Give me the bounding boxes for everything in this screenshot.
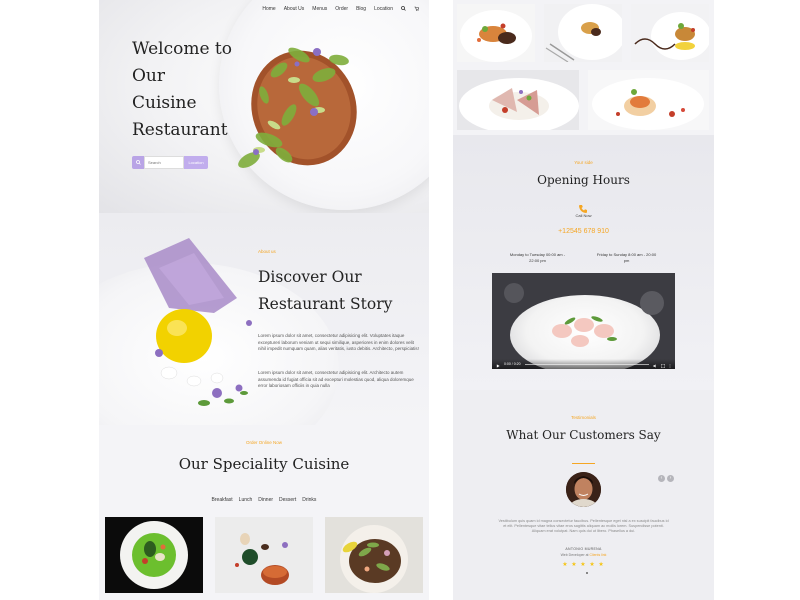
call-now-label: Call Now — [575, 213, 592, 218]
carousel-next-button[interactable]: › — [667, 475, 674, 482]
about-title: Discover Our Restaurant Story — [258, 264, 392, 318]
gallery-image[interactable] — [457, 70, 579, 130]
nav-item-location[interactable]: Location — [374, 6, 393, 12]
speciality-section: Order Online Now Our Speciality Cuisine … — [99, 425, 429, 600]
carousel-indicator[interactable] — [586, 572, 588, 574]
speciality-eyebrow: Order Online Now — [245, 440, 282, 445]
cart-icon[interactable] — [414, 6, 420, 13]
play-icon[interactable] — [496, 355, 500, 369]
hero-title-line: Restaurant — [132, 120, 228, 140]
tab-drinks[interactable]: Drinks — [302, 497, 316, 503]
hours-eyebrow: Your side — [574, 160, 593, 165]
phone-icon — [578, 201, 588, 213]
speciality-tabs: Breakfast Lunch Dinner Dessert Drinks — [99, 497, 429, 503]
about-dessert-image — [144, 238, 252, 406]
volume-icon[interactable] — [653, 355, 657, 369]
hero-title-line: Cuisine — [132, 93, 197, 113]
dish-image[interactable] — [325, 517, 423, 593]
nav-item-about[interactable]: About Us — [284, 6, 305, 12]
title-divider — [572, 463, 595, 464]
video-dish-image — [504, 283, 664, 347]
about-section: About us Discover Our Restaurant Story L… — [99, 213, 429, 425]
nav-item-blog[interactable]: Blog — [356, 6, 366, 12]
testimonial-author: ANTONIO MURENA — [565, 547, 602, 551]
search-icon[interactable] — [132, 156, 144, 169]
tab-breakfast[interactable]: Breakfast — [212, 497, 233, 503]
testimonial-role: Web Developer at Clients link — [453, 553, 714, 557]
hero-title: Welcome to Our Cuisine Restaurant — [132, 36, 232, 144]
nav-item-order[interactable]: Order — [335, 6, 348, 12]
hours-title: Opening Hours — [537, 173, 630, 187]
gallery-image[interactable] — [588, 70, 709, 130]
gallery-section — [453, 0, 714, 135]
role-link[interactable]: Clients link — [590, 553, 607, 557]
about-paragraph: Lorem ipsum dolor sit amet, consectetur … — [258, 333, 419, 352]
nav-item-menus[interactable]: Menus — [312, 6, 327, 12]
gallery-image[interactable] — [631, 4, 709, 62]
search-input[interactable] — [144, 156, 184, 169]
about-title-line: Discover Our — [258, 268, 362, 286]
video-time: 0:00 / 0:20 — [504, 362, 521, 366]
hero-title-line: Welcome to — [132, 39, 232, 59]
testimonials-section: Testimonials What Our Customers Say ‹ › … — [453, 390, 714, 600]
phone-number-link[interactable]: +12545 678 910 — [453, 228, 714, 235]
fullscreen-icon[interactable] — [661, 355, 665, 369]
schedule-weekday: Monday to Tuesday 00:00 am - 22:00 pm — [509, 252, 566, 263]
carousel-prev-button[interactable]: ‹ — [658, 475, 665, 482]
nav-item-home[interactable]: Home — [262, 6, 275, 12]
video-controls: 0:00 / 0:20 — [492, 359, 675, 369]
search-icon[interactable] — [401, 5, 406, 13]
dish-image[interactable] — [105, 517, 203, 593]
testimonial-quote: Vestibulum quis quam id magna consectetu… — [498, 519, 669, 534]
speciality-title: Our Speciality Cuisine — [178, 455, 350, 473]
about-paragraph: Lorem ipsum dolor sit amet, consectetur … — [258, 370, 414, 389]
hero-title-line: Our — [132, 66, 166, 86]
top-nav: Home About Us Menus Order Blog Location — [99, 4, 429, 14]
hero-search-bar: Location — [132, 156, 208, 169]
gallery-image[interactable] — [457, 4, 535, 62]
avatar — [566, 472, 601, 507]
more-options-icon[interactable] — [669, 355, 671, 369]
tab-dinner[interactable]: Dinner — [258, 497, 273, 503]
left-screenshot-panel: Home About Us Menus Order Blog Location … — [99, 0, 429, 600]
gallery-image[interactable] — [544, 4, 622, 62]
page: Home About Us Menus Order Blog Location … — [0, 0, 800, 600]
video-progress-track[interactable] — [524, 363, 649, 365]
opening-hours-section: Your side Opening Hours Call Now +12545 … — [453, 135, 714, 390]
about-title-line: Restaurant Story — [258, 295, 393, 313]
right-screenshot-panel: Your side Opening Hours Call Now +12545 … — [453, 0, 714, 600]
role-prefix: Web Developer at — [560, 553, 589, 557]
testimonials-eyebrow: Testimonials — [571, 415, 596, 420]
tab-lunch[interactable]: Lunch — [239, 497, 253, 503]
rating-stars: ★ ★ ★ ★ ★ — [562, 562, 605, 568]
video-player[interactable]: 0:00 / 0:20 — [492, 273, 675, 369]
hero-section: Home About Us Menus Order Blog Location … — [99, 0, 429, 213]
dish-image[interactable] — [215, 517, 313, 593]
about-eyebrow: About us — [258, 249, 276, 254]
tab-dessert[interactable]: Dessert — [279, 497, 296, 503]
testimonials-title: What Our Customers Say — [506, 428, 661, 442]
schedule-weekend: Friday to Sunday 8:00 am - 20:00 pm — [596, 252, 657, 263]
location-button[interactable]: Location — [184, 156, 208, 169]
